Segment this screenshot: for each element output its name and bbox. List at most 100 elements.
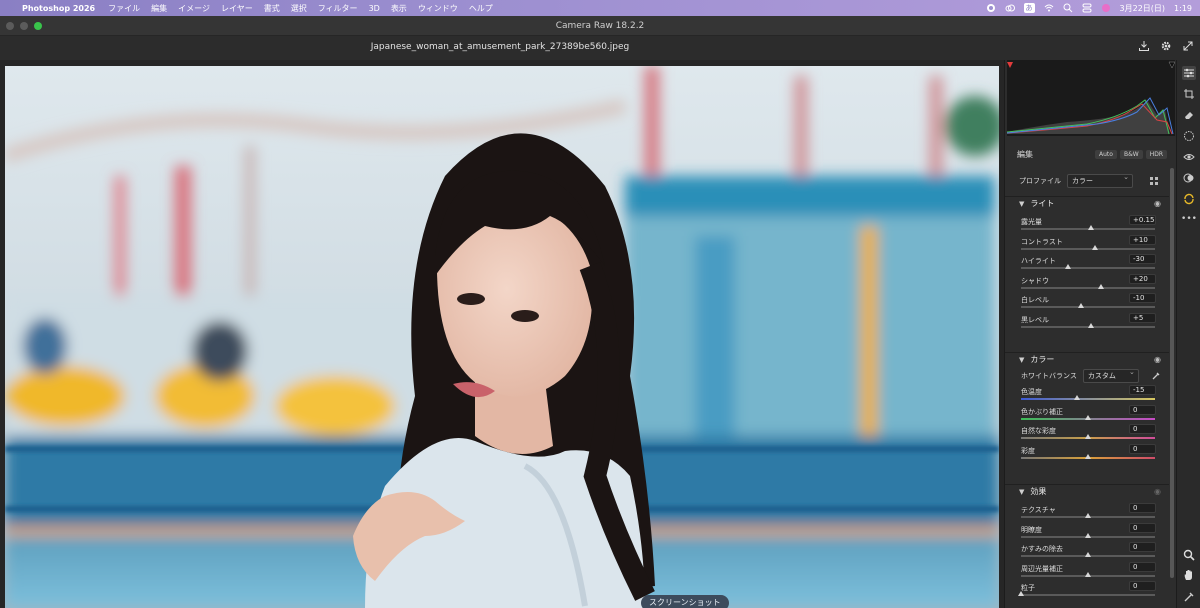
eyedropper-icon[interactable]	[1151, 371, 1161, 381]
crop-icon[interactable]	[1182, 87, 1196, 101]
slider-value-field[interactable]: +20	[1129, 273, 1156, 284]
slider-row[interactable]: 色かぶり補正 0	[1005, 404, 1169, 426]
chevron-down-icon[interactable]: ▼	[1019, 200, 1024, 208]
slider-track[interactable]	[1021, 434, 1155, 439]
color-section-header[interactable]: ▼ カラー ◉	[1005, 352, 1169, 366]
slider-track[interactable]	[1021, 303, 1155, 308]
record-icon[interactable]	[986, 3, 996, 13]
profile-dropdown[interactable]: カラー	[1067, 173, 1133, 188]
slider-track[interactable]	[1021, 414, 1155, 420]
slider-thumb[interactable]	[1085, 414, 1091, 420]
control-center-icon[interactable]	[1082, 3, 1092, 13]
minimize-window-button[interactable]	[20, 22, 28, 30]
shadow-clipping-icon[interactable]	[1007, 62, 1013, 68]
slider-row[interactable]: 白レベル -10	[1005, 293, 1169, 314]
mask-icon[interactable]	[1182, 129, 1196, 143]
slider-value-field[interactable]: +0.15	[1129, 215, 1156, 225]
zoom-window-button[interactable]	[34, 22, 42, 30]
search-icon[interactable]	[1063, 3, 1073, 13]
more-icon[interactable]: •••	[1181, 212, 1197, 226]
slider-track[interactable]	[1021, 264, 1155, 269]
menu-type[interactable]: 書式	[264, 3, 280, 14]
light-section-header[interactable]: ▼ ライト ◉	[1005, 196, 1169, 210]
fullscreen-icon[interactable]	[1182, 40, 1194, 52]
slider-row[interactable]: かすみの除去 0	[1005, 542, 1169, 563]
auto-button[interactable]: Auto	[1095, 149, 1117, 159]
white-balance-dropdown[interactable]: カスタム	[1082, 368, 1139, 383]
panel-scrollbar[interactable]	[1170, 168, 1174, 578]
slider-thumb[interactable]	[1085, 552, 1091, 557]
wifi-icon[interactable]	[1044, 3, 1054, 13]
hand-icon[interactable]	[1182, 568, 1196, 582]
slider-thumb[interactable]	[1085, 571, 1091, 577]
siri-icon[interactable]	[1101, 3, 1111, 13]
slider-value-field[interactable]: +5	[1129, 312, 1156, 323]
slider-row[interactable]: 黒レベル +5	[1005, 312, 1169, 334]
creative-cloud-icon[interactable]	[1005, 3, 1015, 13]
edit-icon[interactable]	[1182, 66, 1196, 80]
eyedropper-icon[interactable]	[1182, 590, 1196, 604]
chevron-down-icon[interactable]: ▼	[1019, 488, 1024, 496]
slider-row[interactable]: コントラスト +10	[1005, 234, 1169, 256]
visibility-eye-icon[interactable]: ◉	[1154, 487, 1161, 496]
slider-value-field[interactable]: 0	[1129, 522, 1156, 533]
slider-thumb[interactable]	[1085, 434, 1091, 439]
slider-row[interactable]: ハイライト -30	[1005, 254, 1169, 275]
visibility-eye-icon[interactable]: ◉	[1154, 199, 1161, 208]
slider-thumb[interactable]	[1078, 303, 1085, 308]
slider-thumb[interactable]	[1087, 322, 1094, 328]
menu-image[interactable]: イメージ	[178, 3, 210, 14]
slider-value-field[interactable]: 0	[1129, 503, 1156, 513]
menu-filter[interactable]: フィルター	[318, 3, 358, 14]
menu-help[interactable]: ヘルプ	[469, 3, 493, 14]
slider-value-field[interactable]: 0	[1129, 542, 1156, 552]
menu-edit[interactable]: 編集	[151, 3, 167, 14]
highlight-clipping-icon[interactable]	[1168, 61, 1176, 69]
presets-icon[interactable]	[1182, 171, 1196, 185]
slider-value-field[interactable]: 0	[1129, 561, 1156, 572]
slider-value-field[interactable]: 0	[1129, 581, 1156, 591]
photo-preview[interactable]	[5, 66, 999, 608]
menubar-date[interactable]: 3月22日(日)	[1120, 3, 1166, 14]
menu-layer[interactable]: レイヤー	[221, 3, 253, 14]
slider-row[interactable]: 自然な彩度 0	[1005, 424, 1169, 445]
slider-track[interactable]	[1021, 453, 1155, 459]
menu-window[interactable]: ウィンドウ	[418, 3, 458, 14]
bw-button[interactable]: B&W	[1119, 149, 1143, 159]
slider-thumb[interactable]	[1087, 225, 1094, 230]
chevron-down-icon[interactable]: ▼	[1019, 356, 1024, 364]
slider-track[interactable]	[1021, 244, 1155, 250]
slider-value-field[interactable]: -15	[1129, 385, 1156, 395]
slider-row[interactable]: シャドウ +20	[1005, 273, 1169, 295]
hdr-button[interactable]: HDR	[1145, 149, 1167, 159]
slider-row[interactable]: 色温度 -15	[1005, 385, 1169, 406]
slider-track[interactable]	[1021, 322, 1155, 328]
save-icon[interactable]	[1138, 40, 1150, 52]
redeye-icon[interactable]	[1182, 150, 1196, 164]
menu-select[interactable]: 選択	[291, 3, 307, 14]
slider-value-field[interactable]: 0	[1129, 443, 1156, 454]
slider-row[interactable]: 彩度 0	[1005, 443, 1169, 465]
slider-track[interactable]	[1021, 225, 1155, 230]
slider-row[interactable]: 粒子 0	[1005, 581, 1169, 602]
menu-view[interactable]: 表示	[391, 3, 407, 14]
slider-thumb[interactable]	[1085, 513, 1091, 518]
sync-icon[interactable]	[1182, 192, 1196, 206]
slider-track[interactable]	[1021, 283, 1155, 289]
profile-browser-icon[interactable]	[1149, 176, 1159, 186]
slider-value-field[interactable]: 0	[1129, 404, 1156, 415]
close-window-button[interactable]	[6, 22, 14, 30]
slider-row[interactable]: テクスチャ 0	[1005, 503, 1169, 524]
input-source-icon[interactable]: あ	[1023, 3, 1035, 13]
slider-value-field[interactable]: 0	[1129, 424, 1156, 434]
slider-track[interactable]	[1018, 591, 1155, 596]
slider-thumb[interactable]	[1064, 264, 1071, 269]
slider-thumb[interactable]	[1098, 283, 1105, 289]
slider-row[interactable]: 露光量 +0.15	[1005, 215, 1169, 236]
slider-track[interactable]	[1021, 571, 1155, 577]
slider-value-field[interactable]: -30	[1129, 254, 1156, 264]
settings-gear-icon[interactable]	[1160, 40, 1172, 52]
slider-track[interactable]	[1021, 552, 1155, 557]
menu-3d[interactable]: 3D	[369, 4, 380, 13]
eraser-icon[interactable]	[1182, 108, 1196, 122]
